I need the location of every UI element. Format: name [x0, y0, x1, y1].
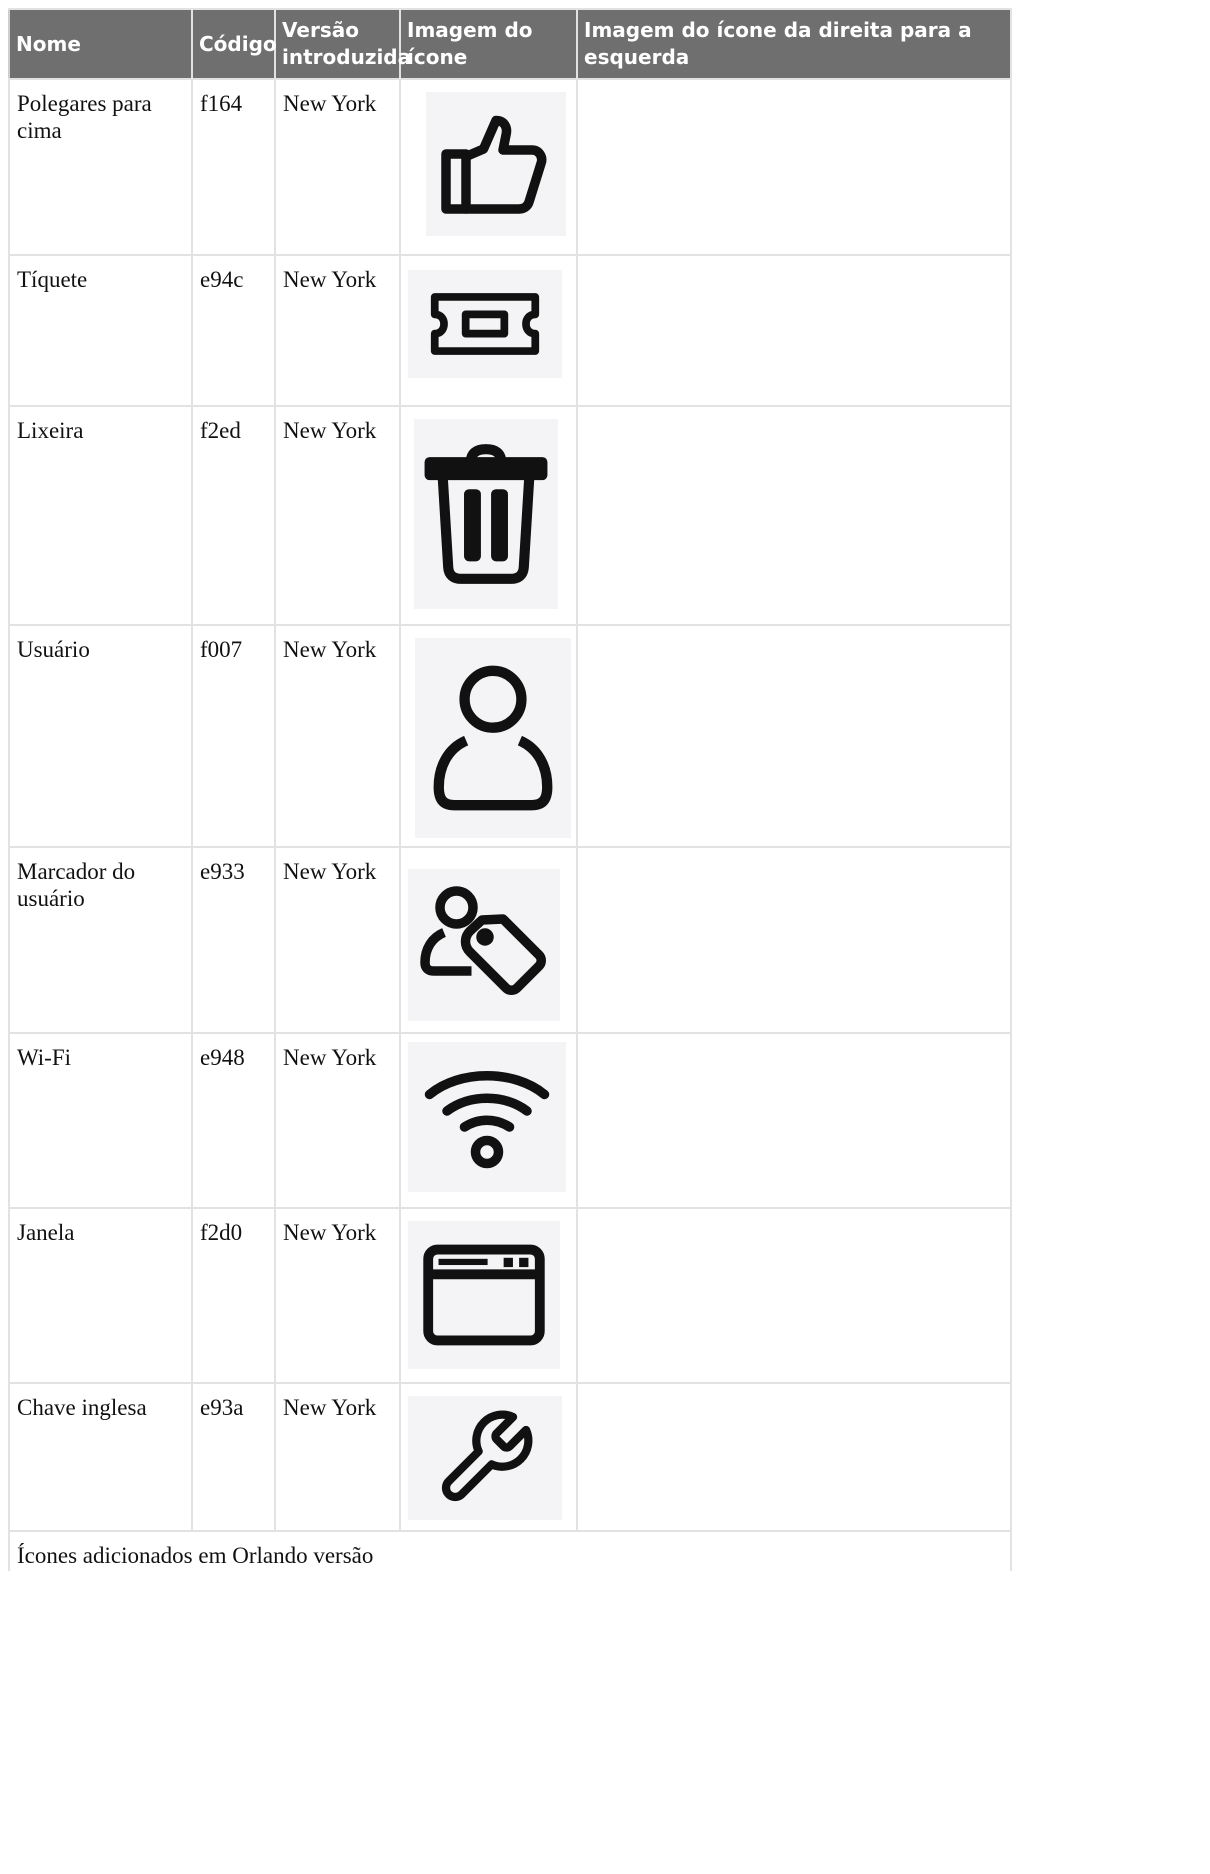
icon-image [408, 869, 560, 1021]
icon-image [408, 1396, 562, 1520]
rtl-icon-image-cell [576, 1032, 1012, 1209]
table-row: Chave inglesa e93a New York [8, 1382, 1012, 1532]
version-cell: New York [274, 1032, 401, 1209]
column-header-icon-image: Imagem do ícone [399, 8, 578, 80]
version-cell: New York [274, 624, 401, 848]
icon-image [408, 1221, 560, 1369]
rtl-icon-image-cell [576, 78, 1012, 256]
rtl-icon-image-cell [576, 1207, 1012, 1384]
column-header-version: Versão introduzida [274, 8, 411, 80]
icon-name-cell: Lixeira [8, 405, 193, 626]
table-row: Wi-Fi e948 New York [8, 1032, 1012, 1209]
table-row: Polegares para cima f164 New York [8, 78, 1012, 256]
rtl-icon-image-cell [576, 846, 1012, 1034]
icon-name-cell: Wi-Fi [8, 1032, 193, 1209]
icon-image-cell [399, 254, 578, 407]
rtl-icon-image-cell [576, 624, 1012, 848]
icon-image-cell [399, 624, 578, 848]
version-cell: New York [274, 78, 401, 256]
icon-image-cell [399, 1382, 578, 1532]
rtl-icon-image-cell [576, 254, 1012, 407]
icon-name-cell: Marcador do usuário [8, 846, 193, 1034]
icon-code-cell: f2ed [191, 405, 276, 626]
user-icon [433, 665, 553, 811]
icon-image-cell [399, 846, 578, 1034]
table-row: Janela f2d0 New York [8, 1207, 1012, 1384]
column-header-rtl-icon-image: Imagem do ícone da direita para a esquer… [576, 8, 1012, 80]
icon-image [408, 270, 562, 378]
icon-image [408, 1042, 566, 1192]
rtl-icon-image-cell [576, 1382, 1012, 1532]
icon-code-cell: f007 [191, 624, 276, 848]
table-header-row: Nome Código Versão introduzida Imagem do… [8, 8, 1012, 80]
icon-name-cell: Usuário [8, 624, 193, 848]
window-icon [423, 1244, 545, 1346]
version-cell: New York [274, 846, 401, 1034]
icon-code-cell: f164 [191, 78, 276, 256]
icon-image-cell [399, 1032, 578, 1209]
ticket-icon [430, 293, 540, 355]
icon-code-cell: e933 [191, 846, 276, 1034]
icon-name-cell: Polegares para cima [8, 78, 193, 256]
icon-image-cell [399, 405, 578, 626]
table-row: Usuário f007 New York [8, 624, 1012, 848]
column-header-name: Nome [8, 8, 193, 80]
version-cell: New York [274, 254, 401, 407]
table-row: Tíquete e94c New York [8, 254, 1012, 407]
icon-name-cell: Janela [8, 1207, 193, 1384]
icon-image [414, 419, 558, 609]
table-row: Lixeira f2ed New York [8, 405, 1012, 626]
icon-image-cell [399, 78, 578, 256]
icon-code-cell: e94c [191, 254, 276, 407]
column-header-code: Código [191, 8, 277, 80]
section-note: Ícones adicionados em Orlando versão [8, 1530, 1012, 1571]
icon-name-cell: Chave inglesa [8, 1382, 193, 1532]
icons-table: Nome Código Versão introduzida Imagem do… [8, 8, 1012, 1571]
thumbs-up-icon [441, 115, 547, 214]
icon-image [415, 638, 571, 838]
rtl-icon-image-cell [576, 405, 1012, 626]
icon-code-cell: f2d0 [191, 1207, 276, 1384]
trash-icon [424, 444, 548, 584]
version-cell: New York [274, 405, 401, 626]
wrench-icon [441, 1410, 533, 1502]
icon-image [426, 92, 566, 236]
icon-code-cell: e93a [191, 1382, 276, 1532]
table-row: Marcador do usuário e933 New York [8, 846, 1012, 1034]
icon-name-cell: Tíquete [8, 254, 193, 407]
version-cell: New York [274, 1382, 401, 1532]
table-footer-row: Ícones adicionados em Orlando versão [8, 1530, 1012, 1571]
icon-code-cell: e948 [191, 1032, 276, 1209]
wifi-icon [424, 1071, 550, 1169]
icon-image-cell [399, 1207, 578, 1384]
version-cell: New York [274, 1207, 401, 1384]
user-tag-icon [420, 886, 546, 995]
